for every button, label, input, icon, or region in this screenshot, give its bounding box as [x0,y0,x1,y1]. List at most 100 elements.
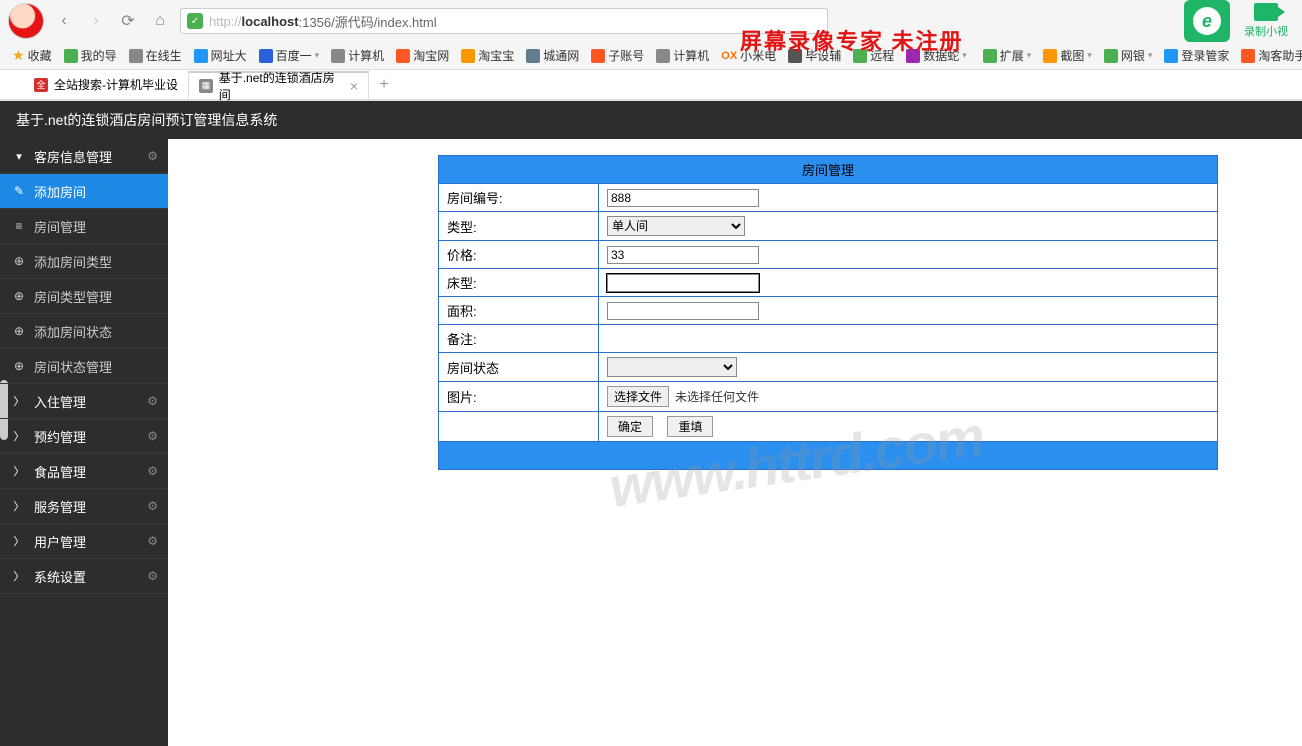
chevron-right-icon: 〉 [12,463,26,479]
browser-logo-icon[interactable]: e [1184,0,1230,42]
bookmark-icon [1043,49,1057,63]
record-button[interactable]: 录制小视 [1238,3,1294,39]
sidebar-item-room-manage[interactable]: ≡ 房间管理 [0,209,168,244]
bookmark-item[interactable]: 计算机 [652,47,713,64]
select-type[interactable]: 单人间 [607,216,745,236]
star-icon: ★ [12,47,25,64]
shield-icon: ✓ [187,13,203,29]
bookmark-item[interactable]: 计算机 [327,47,388,64]
gear-icon[interactable]: ⚙ [147,394,158,408]
table-row: 图片: 选择文件 未选择任何文件 [439,382,1218,412]
gear-icon[interactable]: ⚙ [147,569,158,583]
reload-button[interactable]: ⟳ [116,9,140,33]
reset-button[interactable]: 重填 [667,416,713,437]
bookmark-item[interactable]: 网银▾ [1100,47,1157,64]
table-row: 价格: [439,241,1218,269]
bookmark-item[interactable]: 百度一▾ [255,47,324,64]
gear-icon[interactable]: ⚙ [147,149,158,163]
bookmark-item[interactable]: 淘宝网 [392,47,453,64]
tab-hotel-system[interactable]: ▦ 基于.net的连锁酒店房间 × [189,71,369,99]
sidebar-section-checkin[interactable]: 〉 入住管理 ⚙ [0,384,168,419]
sidebar-item-room-type-manage[interactable]: ⊕ 房间类型管理 [0,279,168,314]
bookmark-icon [1104,49,1118,63]
input-bed[interactable] [607,274,759,292]
input-area[interactable] [607,302,759,320]
table-row: 备注: [439,325,1218,353]
globe-icon: ⊕ [12,254,26,268]
submit-button[interactable]: 确定 [607,416,653,437]
sidebar-item-add-room-type[interactable]: ⊕ 添加房间类型 [0,244,168,279]
profile-avatar[interactable] [8,3,44,39]
bookmark-item[interactable]: 截图▾ [1039,47,1096,64]
bookmark-icon [396,49,410,63]
tab-search[interactable]: 全 全站搜索-计算机毕业设 [24,71,189,99]
address-bar[interactable]: ✓ http://localhost:1356/源代码/index.html [180,8,828,34]
cell-remark [599,325,1218,353]
gear-icon[interactable]: ⚙ [147,429,158,443]
sidebar-item-room-status-manage[interactable]: ⊕ 房间状态管理 [0,349,168,384]
bookmark-icon [591,49,605,63]
sidebar-label: 食品管理 [34,462,86,481]
gear-icon[interactable]: ⚙ [147,534,158,548]
camera-icon [1254,3,1278,21]
label-remark: 备注: [439,325,599,353]
sidebar-label: 客房信息管理 [34,147,112,166]
gear-icon[interactable]: ⚙ [147,499,158,513]
table-row: 面积: [439,297,1218,325]
sidebar-section-reservation[interactable]: 〉 预约管理 ⚙ [0,419,168,454]
app-body: ▾ 客房信息管理 ⚙ ✎ 添加房间 ≡ 房间管理 ⊕ 添加房间类型 ⊕ 房间类型… [0,139,1302,746]
bookmark-icon [331,49,345,63]
gear-icon[interactable]: ⚙ [147,464,158,478]
bookmark-favorites[interactable]: ★收藏 [8,47,56,64]
app-header: 基于.net的连锁酒店房间预订管理信息系统 [0,101,1302,139]
bookmark-item[interactable]: 在线生 [125,47,186,64]
label-actions [439,412,599,442]
sidebar: ▾ 客房信息管理 ⚙ ✎ 添加房间 ≡ 房间管理 ⊕ 添加房间类型 ⊕ 房间类型… [0,139,168,746]
chevron-right-icon: 〉 [12,533,26,549]
browser-chrome: ‹ › ⟳ ⌂ ✓ http://localhost:1356/源代码/inde… [0,0,1302,101]
chevron-right-icon: 〉 [12,393,26,409]
sidebar-section-system[interactable]: 〉 系统设置 ⚙ [0,559,168,594]
chevron-down-icon: ▾ [12,150,26,163]
label-area: 面积: [439,297,599,325]
table-row: 确定 重填 [439,412,1218,442]
sidebar-section-food[interactable]: 〉 食品管理 ⚙ [0,454,168,489]
sidebar-label: 房间状态管理 [34,357,112,376]
bookmark-item[interactable]: 淘宝宝 [457,47,518,64]
bookmark-item[interactable]: 子账号 [587,47,648,64]
bookmark-item[interactable]: 网址大 [190,47,251,64]
tab-label: 基于.net的连锁酒店房间 [219,69,344,103]
sidebar-section-service[interactable]: 〉 服务管理 ⚙ [0,489,168,524]
sidebar-label: 系统设置 [34,567,86,586]
bookmark-icon [983,49,997,63]
input-room-no[interactable] [607,189,759,207]
screen-recorder-watermark: 屏幕录像专家 未注册 [740,24,964,56]
close-icon[interactable]: × [350,78,358,94]
bookmark-icon [526,49,540,63]
home-button[interactable]: ⌂ [148,9,172,33]
bookmark-item[interactable]: 城通网 [522,47,583,64]
back-button[interactable]: ‹ [52,9,76,33]
sidebar-label: 入住管理 [34,392,86,411]
sidebar-section-room-info[interactable]: ▾ 客房信息管理 ⚙ [0,139,168,174]
new-tab-button[interactable]: + [369,76,399,94]
bookmark-icon [656,49,670,63]
label-pic: 图片: [439,382,599,412]
address-row: ‹ › ⟳ ⌂ ✓ http://localhost:1356/源代码/inde… [0,0,1302,42]
bookmark-icon [461,49,475,63]
choose-file-button[interactable]: 选择文件 [607,386,669,407]
url-rest: :1356/源代码/index.html [299,12,437,31]
bookmark-item[interactable]: 扩展▾ [979,47,1036,64]
label-type: 类型: [439,212,599,241]
sidebar-item-add-room[interactable]: ✎ 添加房间 [0,174,168,209]
url-prefix: http:// [209,14,242,29]
sidebar-section-user[interactable]: 〉 用户管理 ⚙ [0,524,168,559]
favicon-icon: ▦ [199,79,213,93]
input-price[interactable] [607,246,759,264]
bookmark-item[interactable]: 登录管家 [1160,47,1233,64]
sidebar-item-add-room-status[interactable]: ⊕ 添加房间状态 [0,314,168,349]
bookmark-item[interactable]: 淘客助手 [1237,47,1302,64]
bookmark-item[interactable]: 我的导 [60,47,121,64]
table-row: 房间状态 [439,353,1218,382]
select-status[interactable] [607,357,737,377]
